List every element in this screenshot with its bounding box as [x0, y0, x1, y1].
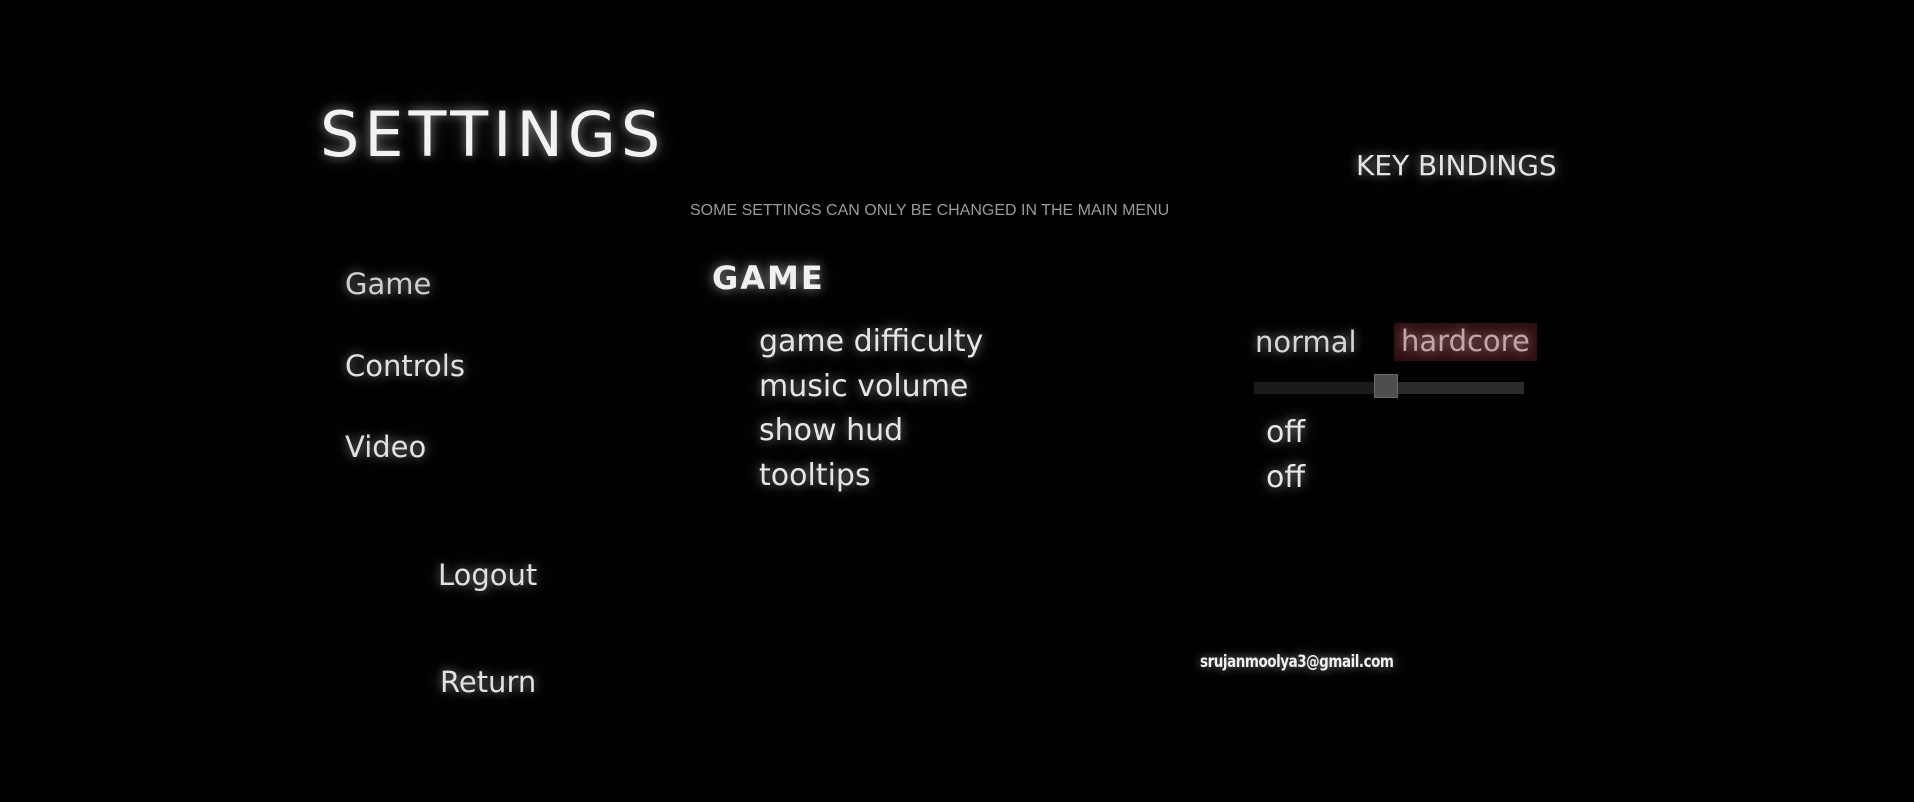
music-volume-slider[interactable]: [1254, 374, 1524, 398]
page-title: SETTINGS: [320, 98, 666, 171]
tooltips-toggle[interactable]: off: [1266, 460, 1305, 495]
difficulty-option-hardcore[interactable]: hardcore: [1394, 323, 1537, 361]
nav-item-video[interactable]: Video: [345, 433, 426, 462]
nav-item-controls[interactable]: Controls: [345, 352, 465, 381]
show-hud-toggle[interactable]: off: [1266, 415, 1305, 450]
nav-item-game[interactable]: Game: [345, 270, 431, 299]
return-button[interactable]: Return: [440, 668, 536, 697]
music-volume-label: music volume: [759, 369, 969, 404]
music-volume-slider-fill: [1254, 382, 1386, 394]
game-difficulty-label: game difficulty: [759, 324, 984, 359]
section-title: GAME: [712, 259, 825, 297]
show-hud-label: show hud: [759, 413, 904, 448]
user-email: srujanmoolya3@gmail.com: [1200, 652, 1394, 672]
main-menu-notice: SOME SETTINGS CAN ONLY BE CHANGED IN THE…: [690, 202, 1170, 219]
logout-button[interactable]: Logout: [438, 561, 537, 590]
music-volume-slider-thumb[interactable]: [1374, 374, 1398, 398]
tooltips-label: tooltips: [759, 458, 871, 493]
key-bindings-button[interactable]: KEY BINDINGS: [1356, 152, 1557, 180]
difficulty-option-normal[interactable]: normal: [1255, 328, 1357, 357]
